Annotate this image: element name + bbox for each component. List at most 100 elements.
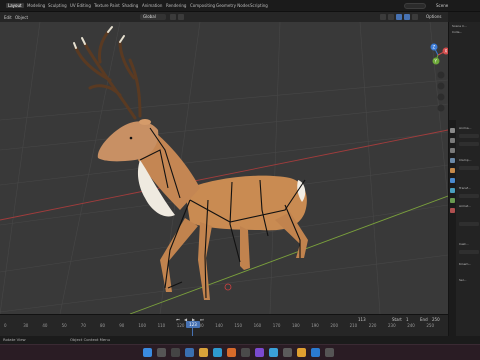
transform-orientation-select[interactable]: Global <box>140 14 166 20</box>
workspace-tab-uv-editing[interactable]: UV Editing <box>70 3 91 8</box>
scene-selector[interactable] <box>404 3 426 9</box>
prop-row-7: Sel... <box>459 278 467 282</box>
scene-tab-icon[interactable] <box>450 158 455 163</box>
deer-ear <box>139 119 151 125</box>
timeline-tick-label: 160 <box>253 323 262 328</box>
material-preview-icon[interactable] <box>404 14 410 20</box>
scene-label: Scene <box>436 3 449 8</box>
prop-field-1[interactable] <box>459 134 479 138</box>
prop-field-3[interactable] <box>459 166 479 170</box>
taskbar-app-3-icon[interactable] <box>255 348 264 357</box>
properties-tab-column <box>449 120 456 360</box>
deer-eye <box>129 136 133 140</box>
options-dropdown[interactable]: Options <box>426 14 441 19</box>
timeline-tick-label: 210 <box>349 323 358 328</box>
timeline-tick-label: 110 <box>157 323 166 328</box>
3d-viewport[interactable]: Z X Y <box>0 22 448 314</box>
blender-app-icon[interactable] <box>227 348 236 357</box>
browser-edge-icon[interactable] <box>213 348 222 357</box>
workspace-tab-sculpting[interactable]: Sculpting <box>48 3 67 8</box>
jump-start-icon[interactable]: ⏮ <box>176 317 180 322</box>
playhead-frame-indicator[interactable]: 123 <box>186 321 200 328</box>
modifier-tab-icon[interactable] <box>450 178 455 183</box>
deer-model[interactable] <box>73 26 308 300</box>
menu-object[interactable]: Object <box>15 15 28 20</box>
taskbar-app-5-icon[interactable] <box>283 348 292 357</box>
output-tab-icon[interactable] <box>450 148 455 153</box>
windows-taskbar <box>0 344 480 360</box>
taskbar-app-4-icon[interactable] <box>269 348 278 357</box>
taskbar-app-2-icon[interactable] <box>241 348 250 357</box>
workspace-tab-compositing[interactable]: Compositing <box>190 3 215 8</box>
timeline-tick-label: 220 <box>368 323 377 328</box>
prop-row-6: Kinem... <box>459 262 472 266</box>
gizmo-z-label: Z <box>433 45 436 50</box>
pan-hand-icon[interactable] <box>437 82 445 90</box>
zoom-icon[interactable] <box>437 71 445 79</box>
data-tab-icon[interactable] <box>450 208 455 213</box>
prop-row-1: Anima... <box>459 126 472 130</box>
solid-shading-icon[interactable] <box>396 14 402 20</box>
perspective-toggle-icon[interactable] <box>437 104 445 112</box>
menu-edit[interactable]: Edit <box>4 15 12 20</box>
status-bar: Rotate View Object Context Menu <box>0 336 480 344</box>
prop-row-5: Cast... <box>459 242 469 246</box>
workspace-tab-texture-paint[interactable]: Texture Paint <box>94 3 120 8</box>
outliner-collection-row[interactable]: Colle... <box>452 30 462 34</box>
gizmo-y-label: Y <box>434 59 438 64</box>
timeline-tick-label: 250 <box>426 323 435 328</box>
viewport-canvas: Z X Y <box>0 22 448 314</box>
prop-row-3: Transf... <box>459 186 471 190</box>
prop-row-2: Clamp... <box>459 158 472 162</box>
taskbar-app-7-icon[interactable] <box>325 348 334 357</box>
constraint-tab-icon[interactable] <box>450 198 455 203</box>
chrome-browser-icon[interactable] <box>297 348 306 357</box>
timeline-tick-label: 30 <box>23 323 29 328</box>
physics-tab-icon[interactable] <box>450 188 455 193</box>
rendered-shading-icon[interactable] <box>412 14 418 20</box>
floor-grid <box>0 22 448 314</box>
prop-field-4[interactable] <box>459 194 479 198</box>
end-frame-field[interactable]: 250 <box>432 317 440 322</box>
prop-field-6[interactable] <box>459 250 479 254</box>
timeline-tick-label: 50 <box>61 323 67 328</box>
jump-end-icon[interactable]: ⏭ <box>200 317 204 322</box>
outliner-scene-row[interactable]: Scene C... <box>452 24 467 28</box>
timeline-editor[interactable]: 113 Start 1 End 250 ⏮ ◀ ▶ ⏭ 0 30 40 50 70 80 9… <box>0 314 448 337</box>
timeline-tick-label: 140 <box>215 323 223 328</box>
workspace-tab-animation[interactable]: Animation <box>142 3 162 8</box>
xray-icon[interactable] <box>388 14 394 20</box>
render-tab-icon[interactable] <box>450 138 455 143</box>
prop-row-4: Armat... <box>459 204 472 208</box>
overlay-icon[interactable] <box>380 14 386 20</box>
tool-tab-icon[interactable] <box>450 128 455 133</box>
file-explorer-icon[interactable] <box>199 348 208 357</box>
taskbar-search-icon[interactable] <box>157 348 166 357</box>
proportional-edit-icon[interactable] <box>178 14 184 20</box>
prop-field-2[interactable] <box>459 142 479 146</box>
3d-cursor[interactable] <box>224 283 232 291</box>
snap-icon[interactable] <box>170 14 176 20</box>
workspace-tab-shading[interactable]: Shading <box>122 3 138 8</box>
workspace-tab-rendering[interactable]: Rendering <box>166 3 186 8</box>
timeline-tick-label: 230 <box>388 323 396 328</box>
workspace-tab-scripting[interactable]: Scripting <box>250 3 268 8</box>
taskbar-app-1-icon[interactable] <box>185 348 194 357</box>
workspace-tab-layout[interactable]: Layout <box>6 3 24 8</box>
antler-tips <box>73 26 125 49</box>
frame-current-field[interactable]: 113 <box>358 317 366 322</box>
start-menu-icon[interactable] <box>143 348 152 357</box>
start-label: Start <box>392 317 402 322</box>
workspace-tab-geometry-nodes[interactable]: Geometry Nodes <box>216 3 250 8</box>
timeline-tick-label: 40 <box>42 323 48 328</box>
taskbar-app-6-icon[interactable] <box>311 348 320 357</box>
task-view-icon[interactable] <box>171 348 180 357</box>
viewport-header: Edit Object Global Options <box>0 12 448 22</box>
status-mid-hint: Object Context Menu <box>70 337 111 342</box>
start-frame-field[interactable]: 1 <box>406 317 409 322</box>
timeline-tick-label: 90 <box>119 323 125 328</box>
camera-view-icon[interactable] <box>437 93 445 101</box>
workspace-tab-modeling[interactable]: Modeling <box>27 3 45 8</box>
object-tab-icon[interactable] <box>450 168 455 173</box>
prop-field-5[interactable] <box>459 222 479 226</box>
